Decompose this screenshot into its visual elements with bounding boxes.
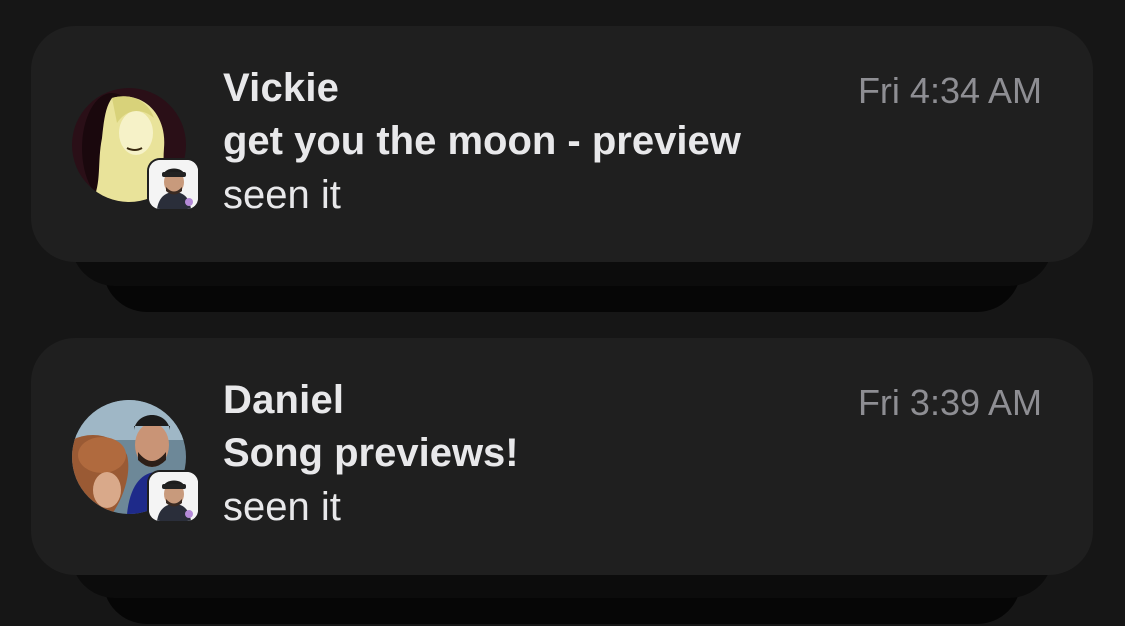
notification-title: get you the moon - preview (223, 119, 741, 163)
app-badge-icon (149, 472, 198, 521)
sender-name: Vickie (223, 66, 340, 110)
app-badge-icon (149, 160, 198, 209)
notification-title: Song previews! (223, 431, 519, 475)
sender-photo-icon (149, 160, 198, 209)
sender-name: Daniel (223, 378, 345, 422)
notification-body: seen it (223, 173, 341, 217)
notification-body: seen it (223, 485, 341, 529)
timestamp: Fri 3:39 AM (857, 382, 1042, 423)
sender-photo-icon (149, 472, 198, 521)
timestamp: Fri 4:34 AM (857, 70, 1042, 111)
notification-stack-1: Vickie Fri 4:34 AM get you the moon - pr… (31, 26, 1093, 312)
notification-stack-2: Daniel Fri 3:39 AM Song previews! seen i… (31, 338, 1093, 626)
notification-card[interactable]: Vickie Fri 4:34 AM get you the moon - pr… (31, 26, 1093, 262)
notification-card[interactable]: Daniel Fri 3:39 AM Song previews! seen i… (31, 338, 1093, 575)
notification-screen: Vickie Fri 4:34 AM get you the moon - pr… (0, 0, 1125, 626)
